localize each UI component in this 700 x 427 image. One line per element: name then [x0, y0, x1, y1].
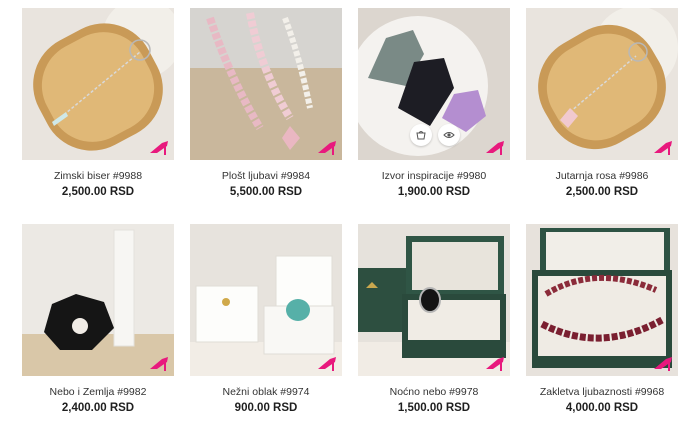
product-card[interactable]: Izvor inspiracije #9980 1,900.00 RSD [358, 8, 510, 198]
product-image[interactable] [526, 224, 678, 376]
product-name[interactable]: Izvor inspiracije #9980 [358, 170, 510, 182]
product-image[interactable] [22, 8, 174, 160]
product-card[interactable]: Zakletva ljubaznosti #9968 4,000.00 RSD [526, 224, 678, 414]
product-name[interactable]: Jutarnja rosa #9986 [526, 170, 678, 182]
product-name[interactable]: Noćno nebo #9978 [358, 386, 510, 398]
product-grid: Zimski biser #9988 2,500.00 RSD Plošt lj… [0, 0, 700, 427]
product-image[interactable] [190, 224, 342, 376]
product-card[interactable]: Plošt ljubavi #9984 5,500.00 RSD [190, 8, 342, 198]
high-heel-icon [486, 357, 504, 371]
add-to-cart-icon[interactable] [410, 124, 432, 146]
product-price: 2,500.00 RSD [61, 186, 135, 198]
product-price: 2,500.00 RSD [565, 186, 639, 198]
product-image[interactable] [190, 8, 342, 160]
high-heel-icon [318, 141, 336, 155]
product-price: 900.00 RSD [234, 402, 298, 414]
quick-actions [410, 124, 460, 146]
product-card[interactable]: Nebo i Zemlja #9982 2,400.00 RSD [22, 224, 174, 414]
product-image[interactable] [22, 224, 174, 376]
high-heel-icon [486, 141, 504, 155]
product-image[interactable] [526, 8, 678, 160]
product-name[interactable]: Zakletva ljubaznosti #9968 [526, 386, 678, 398]
eye-icon[interactable] [438, 124, 460, 146]
product-price: 4,000.00 RSD [565, 402, 639, 414]
product-image[interactable] [358, 8, 510, 160]
product-card[interactable]: Nežni oblak #9974 900.00 RSD [190, 224, 342, 414]
product-name[interactable]: Plošt ljubavi #9984 [190, 170, 342, 182]
high-heel-icon [654, 357, 672, 371]
product-image[interactable] [358, 224, 510, 376]
high-heel-icon [150, 141, 168, 155]
product-name[interactable]: Zimski biser #9988 [22, 170, 174, 182]
product-card[interactable]: Zimski biser #9988 2,500.00 RSD [22, 8, 174, 198]
high-heel-icon [150, 357, 168, 371]
product-price: 2,400.00 RSD [61, 402, 135, 414]
high-heel-icon [654, 141, 672, 155]
high-heel-icon [318, 357, 336, 371]
product-name[interactable]: Nebo i Zemlja #9982 [22, 386, 174, 398]
product-name[interactable]: Nežni oblak #9974 [190, 386, 342, 398]
product-card[interactable]: Noćno nebo #9978 1,500.00 RSD [358, 224, 510, 414]
product-card[interactable]: Jutarnja rosa #9986 2,500.00 RSD [526, 8, 678, 198]
product-price: 5,500.00 RSD [229, 186, 303, 198]
product-price: 1,900.00 RSD [397, 186, 471, 198]
product-price: 1,500.00 RSD [397, 402, 471, 414]
